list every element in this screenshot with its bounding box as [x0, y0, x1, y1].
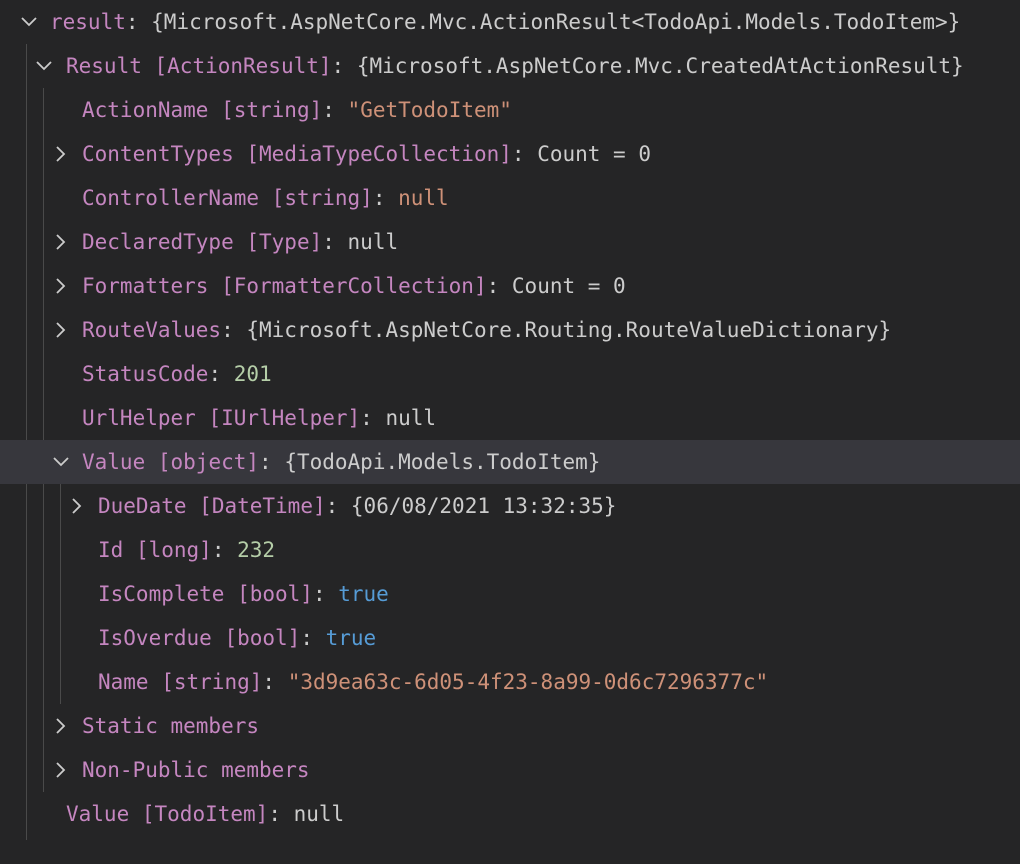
variable-value: Count = 0	[537, 142, 651, 166]
colon-separator: :	[322, 98, 348, 122]
tree-row-id[interactable]: Id [long]: 232	[0, 528, 1020, 572]
chevron-right-icon[interactable]	[68, 497, 86, 515]
tree-row-non-public-members[interactable]: Non-Public members	[0, 748, 1020, 792]
colon-separator: :	[312, 582, 339, 606]
variable-name: StatusCode	[82, 362, 209, 386]
variable-type: [TodoItem]	[141, 802, 269, 826]
variable-type: [Type]	[246, 230, 323, 254]
chevron-down-icon[interactable]	[52, 453, 70, 471]
variable-value: {Microsoft.AspNetCore.Mvc.CreatedAtActio…	[356, 54, 964, 78]
variable-value: {06/08/2021 13:32:35}	[350, 494, 617, 518]
colon-separator: :	[259, 450, 285, 474]
chevron-right-icon[interactable]	[52, 277, 70, 295]
variable-name: Value	[66, 802, 130, 826]
variable-value: {Microsoft.AspNetCore.Mvc.ActionResult<T…	[151, 10, 961, 34]
variables-tree: result: {Microsoft.AspNetCore.Mvc.Action…	[0, 0, 1020, 864]
chevron-right-icon[interactable]	[52, 761, 70, 779]
variable-type: [object]	[157, 450, 260, 474]
tree-row-actionname[interactable]: ActionName [string]: "GetTodoItem"	[0, 88, 1020, 132]
colon-separator: :	[322, 230, 348, 254]
variable-type: [ActionResult]	[154, 54, 332, 78]
colon-separator: :	[262, 670, 288, 694]
tree-row-contenttypes[interactable]: ContentTypes [MediaTypeCollection]: Coun…	[0, 132, 1020, 176]
colon-separator: :	[511, 142, 538, 166]
tree-row-iscomplete[interactable]: IsComplete [bool]: true	[0, 572, 1020, 616]
variable-name: Value	[82, 450, 146, 474]
variable-name: result	[50, 10, 126, 34]
variable-type: [long]	[135, 538, 212, 562]
variable-name: Result	[66, 54, 142, 78]
variable-value: true	[325, 626, 377, 650]
variable-value: true	[338, 582, 389, 606]
variable-name: ControllerName	[82, 186, 260, 210]
variable-type: [FormatterCollection]	[221, 274, 487, 298]
colon-separator: :	[268, 802, 294, 826]
variable-name: ActionName	[82, 98, 209, 122]
variable-type: [IUrlHelper]	[208, 406, 361, 430]
variable-name: RouteValues	[82, 318, 222, 342]
tree-row-isoverdue[interactable]: IsOverdue [bool]: true	[0, 616, 1020, 660]
tree-row-name[interactable]: Name [string]: "3d9ea63c-6d05-4f23-8a99-…	[0, 660, 1020, 704]
variable-value: Count = 0	[511, 274, 626, 298]
variable-name: Id	[98, 538, 124, 562]
chevron-right-icon[interactable]	[52, 145, 70, 163]
tree-row-value-object[interactable]: Value [object]: {TodoApi.Models.TodoItem…	[0, 440, 1020, 484]
variable-name: DueDate	[98, 494, 187, 518]
chevron-down-icon[interactable]	[35, 57, 53, 75]
colon-separator: :	[372, 186, 399, 210]
colon-separator: :	[300, 626, 326, 650]
variable-value: {TodoApi.Models.TodoItem}	[284, 450, 601, 474]
chevron-right-icon[interactable]	[52, 233, 70, 251]
colon-separator: :	[208, 362, 234, 386]
tree-row-routevalues[interactable]: RouteValues: {Microsoft.AspNetCore.Routi…	[0, 308, 1020, 352]
colon-separator: :	[360, 406, 386, 430]
variable-type: [MediaTypeCollection]	[246, 142, 512, 166]
group-label: Static members	[82, 714, 260, 738]
variable-type: [string]	[221, 98, 323, 122]
variable-type: [DateTime]	[199, 494, 326, 518]
group-label: Non-Public members	[82, 758, 310, 782]
tree-row-controllername[interactable]: ControllerName [string]: null	[0, 176, 1020, 220]
colon-separator: :	[221, 318, 247, 342]
variable-name: Formatters	[82, 274, 209, 298]
tree-row-result[interactable]: result: {Microsoft.AspNetCore.Mvc.Action…	[0, 0, 1020, 44]
colon-separator: :	[325, 494, 351, 518]
tree-row-duedate[interactable]: DueDate [DateTime]: {06/08/2021 13:32:35…	[0, 484, 1020, 528]
variable-value: null	[347, 230, 399, 254]
colon-separator: :	[125, 10, 152, 34]
variable-value: {Microsoft.AspNetCore.Routing.RouteValue…	[246, 318, 892, 342]
variable-value: null	[385, 406, 437, 430]
variable-name: UrlHelper	[82, 406, 196, 430]
variable-value: null	[293, 802, 345, 826]
variable-value: "GetTodoItem"	[347, 98, 512, 122]
colon-separator: :	[331, 54, 357, 78]
chevron-right-icon[interactable]	[52, 321, 70, 339]
chevron-down-icon[interactable]	[20, 13, 38, 31]
colon-separator: :	[211, 538, 238, 562]
variable-name: Name	[98, 670, 149, 694]
variable-type: [string]	[161, 670, 263, 694]
variable-type: [bool]	[237, 582, 313, 606]
tree-row-value-todoitem[interactable]: Value [TodoItem]: null	[0, 792, 1020, 836]
tree-row-declaredtype[interactable]: DeclaredType [Type]: null	[0, 220, 1020, 264]
variable-value: "3d9ea63c-6d05-4f23-8a99-0d6c7296377c"	[287, 670, 769, 694]
tree-row-statuscode[interactable]: StatusCode: 201	[0, 352, 1020, 396]
colon-separator: :	[486, 274, 512, 298]
variable-value: null	[398, 186, 449, 210]
variable-name: IsComplete	[98, 582, 225, 606]
tree-row-urlhelper[interactable]: UrlHelper [IUrlHelper]: null	[0, 396, 1020, 440]
variable-value: 201	[233, 362, 272, 386]
chevron-right-icon[interactable]	[52, 717, 70, 735]
variable-type: [bool]	[224, 626, 301, 650]
variable-type: [string]	[271, 186, 373, 210]
tree-row-static-members[interactable]: Static members	[0, 704, 1020, 748]
tree-row-formatters[interactable]: Formatters [FormatterCollection]: Count …	[0, 264, 1020, 308]
variable-name: IsOverdue	[98, 626, 212, 650]
variable-name: ContentTypes	[82, 142, 234, 166]
variable-value: 232	[237, 538, 276, 562]
variable-name: DeclaredType	[82, 230, 234, 254]
tree-row-result-actionresult[interactable]: Result [ActionResult]: {Microsoft.AspNet…	[0, 44, 1020, 88]
